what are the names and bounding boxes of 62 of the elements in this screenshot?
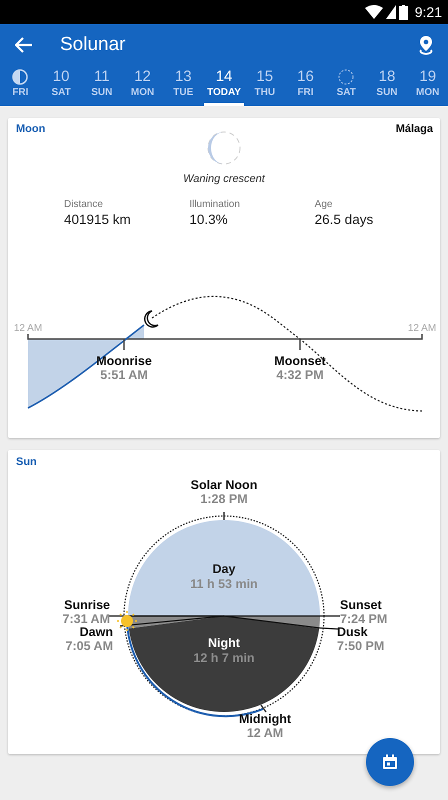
stat-label: Distance — [64, 199, 104, 210]
event-name: Moonset — [274, 354, 326, 368]
clock: 9:21 — [414, 4, 442, 20]
event-name: Dusk — [337, 625, 368, 639]
day-tab[interactable]: 10 SAT — [40, 66, 82, 106]
half-moon-icon — [12, 68, 28, 84]
period-duration: 11 h 53 min — [190, 577, 258, 591]
moon-phase-icon — [205, 129, 243, 167]
calendar-icon — [382, 754, 398, 770]
back-arrow-icon[interactable] — [15, 37, 33, 53]
day-tab[interactable]: 11 SUN — [81, 66, 122, 106]
day-tab[interactable]: 14 TODAY — [204, 66, 244, 106]
day-tab[interactable]: 15 THU — [244, 66, 286, 106]
moon-phase-label: Waning crescent — [183, 173, 265, 185]
location-name: Málaga — [396, 123, 433, 135]
app-title: Solunar — [60, 34, 126, 56]
axis-label: 12 AM — [408, 323, 436, 334]
location-pin-icon[interactable] — [418, 35, 434, 55]
event-name: Midnight — [238, 712, 292, 726]
day-tab[interactable]: 18 SUN — [366, 66, 408, 106]
period-name: Day — [212, 562, 236, 576]
event-time: 7:05 AM — [66, 639, 113, 653]
signal-icon — [386, 5, 396, 19]
stat-value: 401915 km — [64, 212, 132, 227]
day-tab[interactable]: 12 MON — [122, 66, 163, 106]
tick-mark — [260, 704, 267, 712]
event-time: 5:51 AM — [100, 368, 148, 382]
event-name: Sunrise — [64, 598, 110, 612]
stat-label: Illumination — [189, 199, 241, 210]
day-tab[interactable]: SAT — [326, 66, 367, 106]
period-name: Night — [208, 636, 240, 650]
day-tab[interactable]: 19 MON — [407, 66, 448, 106]
event-name: Sunset — [340, 598, 382, 612]
event-name: Solar Noon — [190, 478, 258, 492]
axis-label: 12 AM — [14, 323, 42, 334]
event-time: 4:32 PM — [276, 368, 324, 382]
event-time: 7:31 AM — [62, 612, 110, 626]
card-title: Sun — [15, 456, 37, 468]
crescent-moon-icon — [144, 310, 159, 328]
event-time: 1:28 PM — [200, 492, 248, 506]
event-time: 7:50 PM — [337, 639, 384, 653]
card-title: Moon — [16, 123, 46, 135]
tick-mark — [223, 512, 225, 520]
tick-mark — [299, 339, 301, 350]
stat-label: Age — [314, 199, 334, 210]
battery-icon — [398, 4, 408, 20]
sun-icon — [116, 610, 138, 632]
wifi-icon — [364, 5, 383, 19]
stat-value: 26.5 days — [314, 212, 374, 227]
period-duration: 12 h 7 min — [193, 651, 255, 665]
event-time: 12 AM — [246, 726, 284, 740]
tick-mark — [123, 339, 125, 350]
day-tab[interactable]: FRI — [0, 66, 41, 106]
day-tab[interactable]: 16 FRI — [285, 66, 326, 106]
day-tab[interactable]: 13 TUE — [162, 66, 204, 106]
stat-value: 10.3% — [189, 212, 229, 227]
calendar-button[interactable] — [366, 738, 414, 786]
event-time: 7:24 PM — [340, 612, 388, 626]
event-name: Moonrise — [96, 354, 152, 368]
new-moon-icon — [338, 68, 354, 84]
risen-area — [124, 325, 144, 339]
event-name: Dawn — [80, 625, 113, 639]
